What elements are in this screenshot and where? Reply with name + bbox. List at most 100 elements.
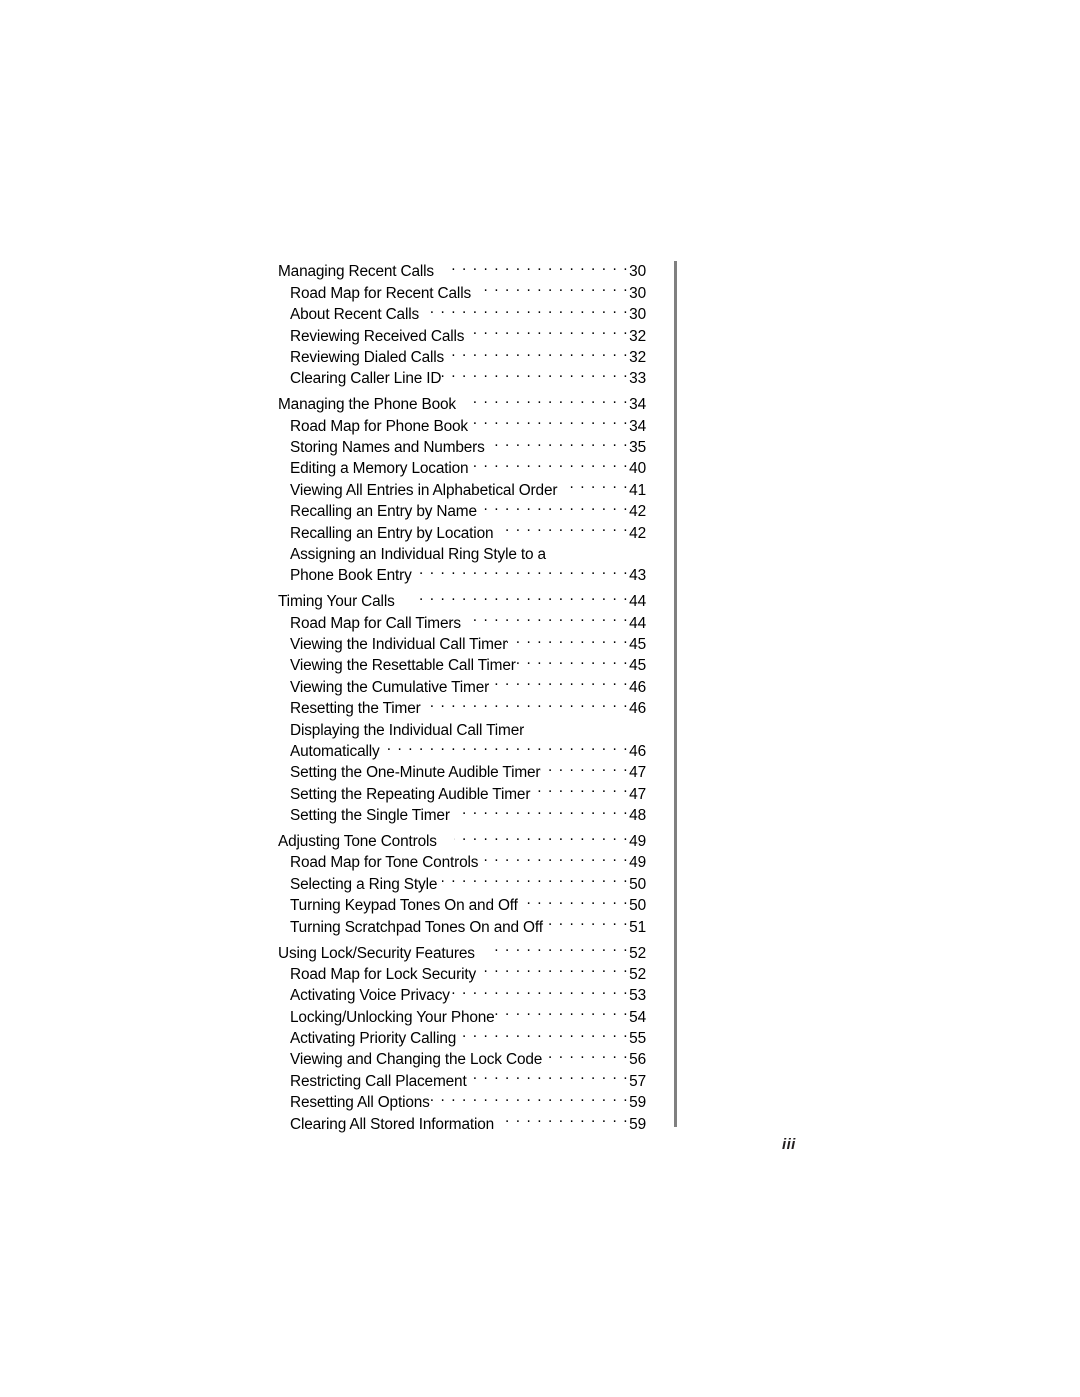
- toc-entry-page-number: 57: [629, 1072, 646, 1090]
- toc-entry-page-number: 40: [629, 460, 646, 478]
- toc-section-entry[interactable]: Adjusting Tone Controls 49: [278, 825, 646, 850]
- toc-entry-page-number: 47: [629, 785, 646, 803]
- toc-entry-page-number: 59: [629, 1094, 646, 1112]
- toc-entry-page-number: 34: [629, 417, 646, 435]
- toc-dot-leader: [483, 846, 628, 867]
- toc-entry-title: Managing Recent Calls: [278, 263, 434, 281]
- toc-entry-title: Reviewing Dialed Calls: [290, 348, 445, 366]
- toc-entry-title: Resetting the Timer: [290, 700, 421, 718]
- toc-dot-leader: [495, 1000, 629, 1021]
- toc-dot-leader: [490, 431, 629, 452]
- toc-entry-title: Managing the Phone Book: [278, 396, 456, 414]
- toc-entry-title: Using Lock/Security Features: [278, 944, 475, 962]
- toc-dot-leader: [523, 889, 629, 910]
- toc-entry-title: Road Map for Call Timers: [290, 614, 461, 632]
- toc-entry-page-number: 33: [629, 370, 646, 388]
- table-of-contents: Managing Recent Calls30Road Map for Rece…: [278, 255, 646, 1133]
- toc-entry-title: Activating Voice Privacy: [290, 987, 450, 1005]
- toc-dot-leader: [492, 936, 629, 957]
- toc-entry-page-number: 49: [629, 854, 646, 872]
- toc-entry-page-number: 41: [629, 481, 646, 499]
- toc-dot-leader: [455, 799, 629, 820]
- toc-entry-page-number: 56: [629, 1051, 646, 1069]
- toc-entry-page-number: 30: [629, 263, 646, 281]
- toc-entry-page-number: 49: [629, 833, 646, 851]
- toc-dot-leader: [424, 298, 629, 319]
- toc-entry-title: Reviewing Received Calls: [290, 327, 465, 345]
- toc-entry-page-number: 50: [629, 875, 646, 893]
- toc-dot-leader: [385, 735, 629, 756]
- toc-entry-title: Turning Keypad Tones On and Off: [290, 897, 518, 915]
- toc-entry-page-number: 52: [629, 944, 646, 962]
- toc-dot-leader: [469, 319, 628, 340]
- toc-entry-page-number: 52: [629, 965, 646, 983]
- toc-entry-page-number: 44: [629, 593, 646, 611]
- toc-entry-page-number: 43: [629, 567, 646, 585]
- toc-entry-title: Automatically: [290, 742, 380, 760]
- toc-dot-leader: [477, 495, 629, 516]
- toc-entry-title: Turning Scratchpad Tones On and Off: [290, 918, 543, 936]
- toc-entry-page-number: 59: [629, 1115, 646, 1133]
- toc-entry-title: Road Map for Phone Book: [290, 417, 468, 435]
- toc-entry-title: Viewing the Individual Call Timer: [290, 636, 508, 654]
- toc-entry-page-number: 32: [629, 348, 646, 366]
- toc-dot-leader: [430, 1086, 629, 1107]
- toc-dot-leader: [454, 825, 629, 846]
- vertical-rule-divider: [674, 261, 677, 1127]
- toc-dot-leader: [441, 362, 628, 383]
- toc-dot-leader: [499, 1107, 629, 1128]
- toc-entry-title: Storing Names and Numbers: [290, 439, 485, 457]
- toc-dot-leader: [498, 516, 628, 537]
- toc-entry-title: Timing Your Calls: [278, 593, 395, 611]
- toc-entry-page-number: 45: [629, 636, 646, 654]
- toc-dot-leader: [494, 670, 629, 691]
- toc-dot-leader: [547, 1043, 629, 1064]
- toc-entry-title: Activating Priority Calling: [290, 1030, 457, 1048]
- toc-dot-leader: [450, 979, 629, 1000]
- toc-entry-title: Viewing the Resettable Call Timer: [290, 657, 516, 675]
- toc-entry-page-number: 35: [629, 439, 646, 457]
- toc-entry-title: About Recent Calls: [290, 306, 420, 324]
- toc-section-entry[interactable]: Managing the Phone Book 34: [278, 388, 646, 413]
- toc-dot-leader: [466, 606, 629, 627]
- toc-entry-title: Setting the Single Timer: [290, 807, 450, 825]
- toc-entry-page-number: 44: [629, 614, 646, 632]
- toc-entry-title: Adjusting Tone Controls: [278, 833, 437, 851]
- toc-entry-page-number: 50: [629, 897, 646, 915]
- toc-dot-leader: [451, 255, 629, 276]
- page-number-folio: iii: [782, 1136, 796, 1153]
- toc-section-entry[interactable]: Managing Recent Calls 30: [278, 255, 646, 280]
- toc-entry-page-number: 46: [629, 742, 646, 760]
- toc-entry-title: Clearing All Stored Information: [290, 1115, 495, 1133]
- toc-entry-title: Road Map for Lock Security: [290, 965, 477, 983]
- toc-entry-page-number: 53: [629, 987, 646, 1005]
- toc-dot-leader: [468, 409, 629, 430]
- toc-dot-leader: [456, 1022, 629, 1043]
- toc-dot-leader: [481, 958, 629, 979]
- toc-dot-leader: [467, 1064, 629, 1085]
- toc-section-entry[interactable]: Using Lock/Security Features 52: [278, 936, 646, 961]
- toc-dot-leader: [530, 777, 628, 798]
- toc-entry-page-number: 30: [629, 284, 646, 302]
- toc-entry-title: Phone Book Entry: [290, 567, 412, 585]
- toc-entry-page-number: 46: [629, 678, 646, 696]
- toc-entry-page-number: 48: [629, 807, 646, 825]
- toc-dot-leader: [473, 388, 629, 409]
- toc-entry-title: Resetting All Options: [290, 1094, 430, 1112]
- toc-section-entry[interactable]: Timing Your Calls 44: [278, 585, 646, 610]
- toc-entry-title: Recalling an Entry by Location: [290, 524, 494, 542]
- toc-dot-leader: [426, 692, 629, 713]
- toc-dot-leader: [548, 910, 629, 931]
- toc-dot-leader: [562, 473, 628, 494]
- toc-entry-page-number: 45: [629, 657, 646, 675]
- toc-dot-leader: [449, 341, 629, 362]
- toc-entry-page-number: 34: [629, 396, 646, 414]
- toc-dot-leader: [546, 538, 646, 559]
- toc-entry-page-number: 30: [629, 306, 646, 324]
- toc-entry-title: Setting the One-Minute Audible Timer: [290, 764, 541, 782]
- toc-entry-page-number: 51: [629, 918, 646, 936]
- toc-entry-title: Recalling an Entry by Name: [290, 503, 477, 521]
- toc-entry-page-number: 54: [629, 1008, 646, 1026]
- toc-dot-leader: [476, 276, 629, 297]
- toc-entry-page-number: 32: [629, 327, 646, 345]
